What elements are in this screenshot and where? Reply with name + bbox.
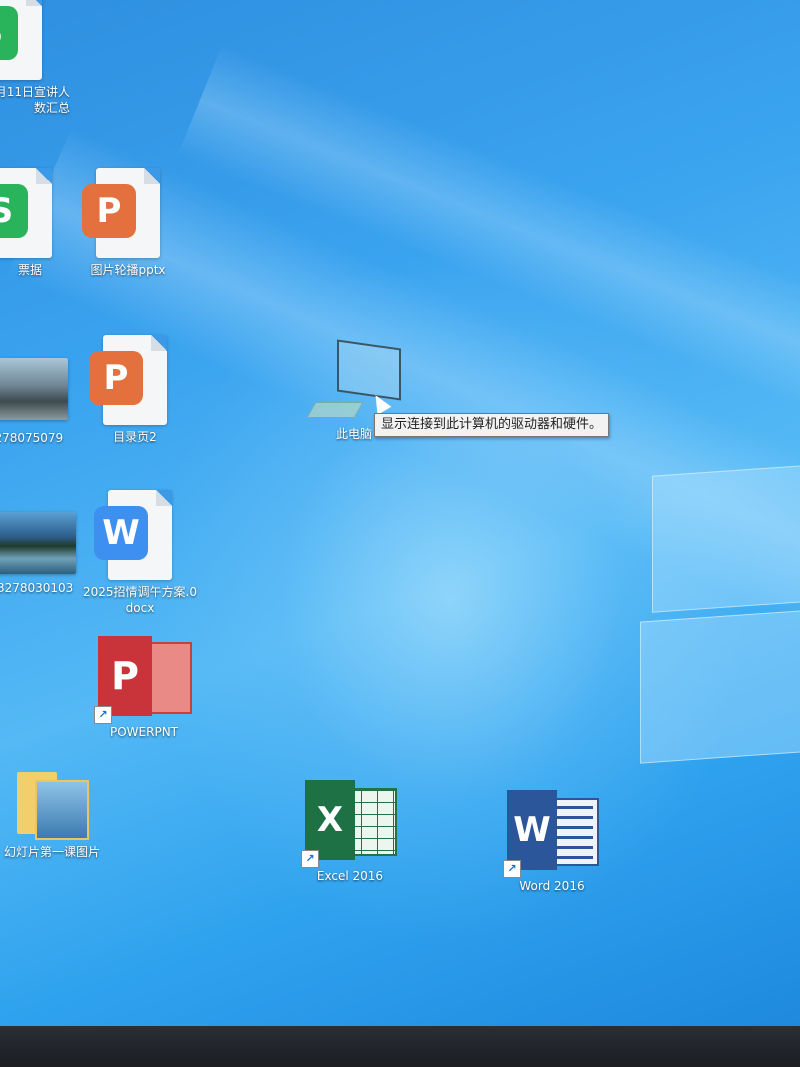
- desktop-icon-label: 733278030103: [0, 581, 74, 595]
- desktop-icon-plan-docx[interactable]: W 2025招情调午方案.0docx: [80, 490, 200, 616]
- wps-sheet-icon: S: [0, 6, 18, 60]
- wps-presentation-icon: P: [89, 351, 143, 405]
- excel-icon: X ↗: [301, 780, 397, 868]
- spreadsheet-file-icon: S: [0, 168, 52, 258]
- desktop-icon-photo-1[interactable]: 3278075079: [0, 358, 80, 446]
- desktop-icon-label: POWERPNT: [109, 725, 178, 739]
- desktop-icon-toc-page[interactable]: P 目录页2: [75, 335, 195, 445]
- wps-writer-icon: W: [94, 506, 148, 560]
- image-thumbnail-icon: [0, 358, 68, 420]
- excel-letter: X: [305, 780, 355, 860]
- word-icon: W ↗: [503, 790, 599, 878]
- monitor-shape: [337, 339, 401, 401]
- word-letter: W: [507, 790, 557, 870]
- shortcut-arrow-icon: ↗: [503, 860, 521, 878]
- desktop-icon-label: 幻灯片第一课图片: [3, 845, 100, 859]
- desktop-icon-powerpoint[interactable]: P ↗ POWERPNT: [84, 636, 204, 740]
- presentation-file-icon: P: [82, 168, 160, 258]
- folder-front: [35, 780, 89, 840]
- desktop-icon-photo-2[interactable]: 733278030103: [0, 512, 85, 596]
- spreadsheet-file-icon: S: [0, 0, 42, 80]
- computer-icon: [306, 339, 401, 424]
- windows-logo-pane: [640, 608, 800, 764]
- document-file-icon: W: [94, 490, 172, 580]
- desktop-icon-slideshow-pptx[interactable]: P 图片轮播pptx: [68, 168, 188, 278]
- desktop-icon-label: 目录页2: [113, 430, 157, 444]
- desktop: S 月11日宣讲人数汇总 S 票据 P 图片轮播pptx 3278075079 …: [0, 0, 800, 1067]
- powerpoint-icon: P ↗: [94, 636, 192, 724]
- desktop-icon-label: Word 2016: [519, 879, 585, 893]
- desktop-icon-receipts[interactable]: S 票据: [0, 168, 70, 278]
- desktop-icon-label: 票据: [17, 263, 42, 277]
- desktop-icon-label: 3278075079: [0, 431, 64, 445]
- folder-icon: [17, 772, 89, 840]
- shortcut-arrow-icon: ↗: [301, 850, 319, 868]
- desktop-icon-summary-sheet[interactable]: S 月11日宣讲人数汇总: [0, 0, 70, 116]
- wps-presentation-icon: P: [82, 184, 136, 238]
- windows-logo-pane: [652, 463, 800, 613]
- shortcut-arrow-icon: ↗: [94, 706, 112, 724]
- desktop-icon-word-2016[interactable]: W ↗ Word 2016: [492, 790, 612, 894]
- keyboard-shape: [306, 402, 364, 418]
- desktop-icon-excel-2016[interactable]: X ↗ Excel 2016: [290, 780, 410, 884]
- monitor-bezel: [0, 1026, 800, 1067]
- desktop-icon-label: 月11日宣讲人数汇总: [0, 85, 70, 115]
- windows-logo-wallpaper: [640, 463, 800, 766]
- wps-sheet-icon: S: [0, 184, 28, 238]
- tooltip: 显示连接到此计算机的驱动器和硬件。: [374, 413, 610, 437]
- image-thumbnail-icon: [0, 512, 76, 574]
- desktop-icon-slides-folder[interactable]: 幻灯片第一课图片: [0, 772, 112, 860]
- desktop-icon-label: Excel 2016: [316, 869, 384, 883]
- presentation-file-icon: P: [89, 335, 167, 425]
- powerpoint-letter: P: [98, 636, 152, 716]
- desktop-icon-label: 图片轮播pptx: [90, 263, 166, 277]
- desktop-icon-label: 2025招情调午方案.0docx: [83, 585, 197, 615]
